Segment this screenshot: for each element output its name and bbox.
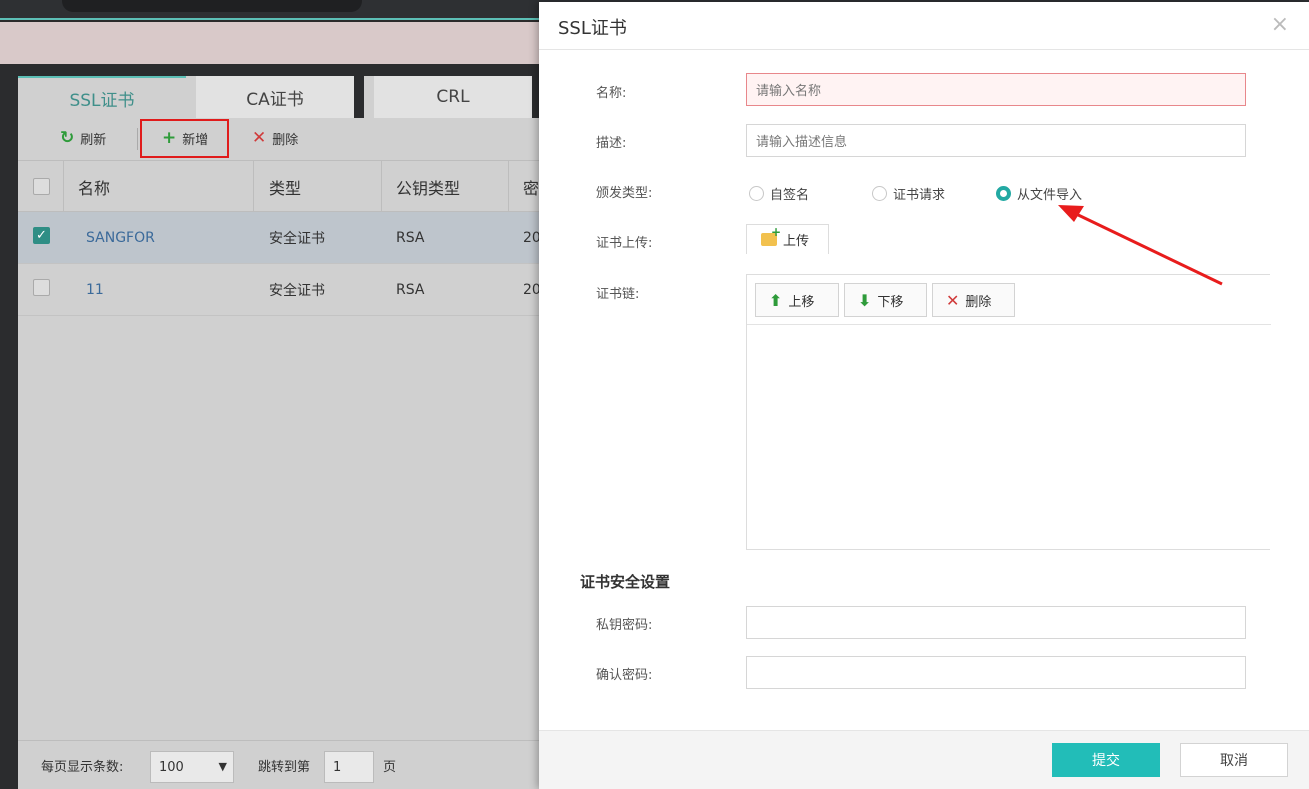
radio-circle-icon bbox=[872, 186, 887, 201]
cert-key-type: RSA bbox=[396, 282, 425, 298]
submit-button[interactable]: 提交 bbox=[1052, 743, 1160, 777]
move-up-label: 上移 bbox=[788, 294, 815, 310]
chain-delete-label: 删除 bbox=[965, 294, 992, 310]
dialog-footer: 提交 取消 bbox=[539, 730, 1309, 789]
dialog-header: SSL证书 × bbox=[539, 2, 1309, 50]
chain-toolbar: ⬆ 上移 ⬇ 下移 ✕ 删除 bbox=[747, 275, 1271, 325]
upload-button[interactable]: 上传 bbox=[746, 224, 829, 254]
description-placeholder: 请输入描述信息 bbox=[756, 135, 848, 150]
move-down-label: 下移 bbox=[877, 294, 904, 310]
row-checkbox[interactable]: ✓ bbox=[33, 227, 50, 244]
move-down-button[interactable]: ⬇ 下移 bbox=[844, 283, 927, 317]
tab-ssl-cert[interactable]: SSL证书 bbox=[18, 76, 186, 118]
close-icon[interactable]: × bbox=[1271, 12, 1289, 37]
column-divider bbox=[508, 161, 509, 213]
ssl-cert-dialog: SSL证书 × 名称: 请输入名称 描述: 请输入描述信息 颁发类型: 自签名 … bbox=[539, 2, 1309, 789]
upload-label: 证书上传: bbox=[596, 236, 653, 251]
radio-circle-icon bbox=[749, 186, 764, 201]
toolbar-divider bbox=[137, 128, 138, 150]
radio-selected-icon bbox=[996, 186, 1011, 201]
confirm-password-input[interactable] bbox=[746, 656, 1246, 689]
column-divider bbox=[381, 161, 382, 213]
refresh-label: 刷新 bbox=[80, 132, 107, 148]
page-suffix: 页 bbox=[383, 760, 397, 775]
name-placeholder: 请输入名称 bbox=[756, 84, 822, 99]
tab-crl[interactable]: CRL bbox=[374, 76, 542, 118]
delete-label: 删除 bbox=[272, 132, 299, 148]
refresh-icon: ↻ bbox=[60, 128, 75, 148]
folder-add-icon bbox=[761, 225, 781, 246]
description-label: 描述: bbox=[596, 136, 627, 151]
private-key-password-input[interactable] bbox=[746, 606, 1246, 639]
move-up-button[interactable]: ⬆ 上移 bbox=[755, 283, 839, 317]
chain-label: 证书链: bbox=[596, 287, 640, 302]
refresh-button[interactable]: ↻ 刷新 bbox=[60, 118, 106, 158]
jump-label: 跳转到第 bbox=[258, 760, 311, 775]
cancel-button[interactable]: 取消 bbox=[1180, 743, 1288, 777]
cert-name-link[interactable]: 11 bbox=[86, 264, 104, 316]
column-header-type[interactable]: 类型 bbox=[269, 161, 301, 213]
top-search-pill bbox=[62, 0, 362, 12]
delete-button[interactable]: ✕ 删除 bbox=[252, 118, 298, 158]
column-header-key-type[interactable]: 公钥类型 bbox=[396, 161, 460, 213]
column-header-expiry[interactable]: 密 bbox=[523, 161, 539, 213]
select-all-checkbox[interactable] bbox=[33, 178, 50, 195]
cert-type: 安全证书 bbox=[269, 231, 325, 247]
cert-name-link[interactable]: SANGFOR bbox=[86, 212, 155, 264]
close-icon: ✕ bbox=[252, 128, 267, 148]
column-header-name[interactable]: 名称 bbox=[78, 161, 110, 213]
name-label: 名称: bbox=[596, 86, 627, 101]
page-size-label: 每页显示条数: bbox=[41, 760, 124, 775]
tab-ca-cert[interactable]: CA证书 bbox=[196, 76, 364, 118]
radio-cert-request-label: 证书请求 bbox=[893, 188, 946, 203]
security-section-title: 证书安全设置 bbox=[580, 573, 671, 591]
column-divider bbox=[63, 161, 64, 213]
cert-key-type: RSA bbox=[396, 230, 425, 246]
upload-button-label: 上传 bbox=[783, 234, 810, 249]
radio-cert-request[interactable]: 证书请求 bbox=[872, 184, 945, 203]
page-number-input[interactable]: 1 bbox=[324, 751, 374, 783]
radio-import-file[interactable]: 从文件导入 bbox=[996, 184, 1082, 203]
column-divider bbox=[253, 161, 254, 213]
page-size-select[interactable]: 100 ▼ bbox=[150, 751, 234, 783]
annotation-highlight-box bbox=[140, 119, 229, 158]
radio-import-file-label: 从文件导入 bbox=[1017, 188, 1083, 203]
chain-delete-button[interactable]: ✕ 删除 bbox=[932, 283, 1015, 317]
row-checkbox[interactable] bbox=[33, 279, 50, 296]
radio-self-signed[interactable]: 自签名 bbox=[749, 184, 809, 203]
private-key-password-label: 私钥密码: bbox=[596, 618, 653, 633]
radio-self-signed-label: 自签名 bbox=[770, 188, 810, 203]
chevron-down-icon: ▼ bbox=[218, 760, 227, 773]
dialog-title: SSL证书 bbox=[558, 18, 627, 39]
cert-type: 安全证书 bbox=[269, 283, 325, 299]
arrow-down-icon: ⬇ bbox=[858, 290, 872, 310]
close-icon: ✕ bbox=[946, 290, 960, 310]
issue-type-label: 颁发类型: bbox=[596, 186, 653, 201]
description-input[interactable]: 请输入描述信息 bbox=[746, 124, 1246, 157]
confirm-password-label: 确认密码: bbox=[596, 668, 653, 683]
arrow-up-icon: ⬆ bbox=[769, 290, 783, 310]
cert-chain-box: ⬆ 上移 ⬇ 下移 ✕ 删除 bbox=[746, 274, 1271, 550]
page-size-value: 100 bbox=[159, 759, 184, 775]
name-input[interactable]: 请输入名称 bbox=[746, 73, 1246, 106]
